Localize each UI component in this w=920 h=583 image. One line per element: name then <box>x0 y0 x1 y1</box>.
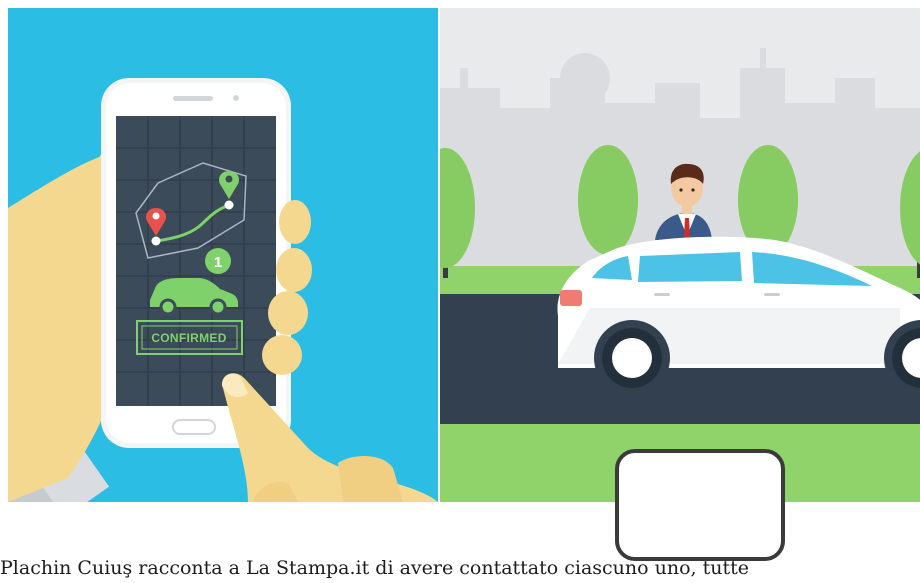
svg-text:CONFIRMED: CONFIRMED <box>151 331 226 345</box>
article-caption: Plachin Cuiuş racconta a La Stampa.it di… <box>0 557 750 579</box>
overlay-popup-box[interactable] <box>615 449 785 561</box>
confirmed-status: CONFIRMED <box>136 320 243 355</box>
phone-booking-panel: 1 CONFIRMED <box>8 8 438 502</box>
svg-text:1: 1 <box>214 254 222 271</box>
hero-illustration: 1 CONFIRMED <box>8 8 920 502</box>
smartphone: 1 CONFIRMED <box>101 78 291 448</box>
driver-car-panel <box>440 8 920 502</box>
tapping-finger <box>221 373 438 502</box>
booking-count-badge: 1 <box>205 248 231 274</box>
